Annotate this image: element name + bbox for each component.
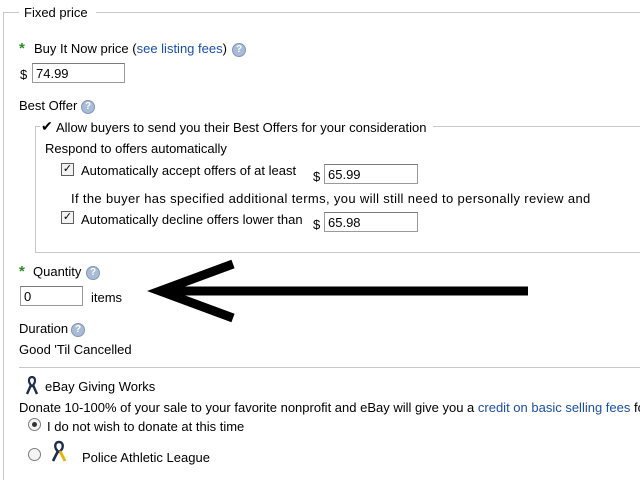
decline-currency: $ bbox=[313, 217, 321, 232]
police-athletic-league-label: Police Athletic League bbox=[82, 450, 210, 465]
arrow-head bbox=[147, 259, 235, 323]
giving-works-title: eBay Giving Works bbox=[45, 379, 156, 394]
respond-label: Respond to offers automatically bbox=[45, 141, 227, 156]
no-donation-label: I do not wish to donate at this time bbox=[47, 419, 245, 434]
best-offer-border-top-right bbox=[433, 126, 640, 127]
help-icon[interactable]: ? bbox=[86, 266, 100, 280]
section-divider bbox=[19, 367, 640, 368]
help-icon[interactable]: ? bbox=[81, 100, 95, 114]
allow-best-offer-label[interactable]: Allow buyers to send you their Best Offe… bbox=[56, 120, 426, 135]
quantity-unit: items bbox=[91, 290, 123, 305]
quantity-label: Quantity bbox=[33, 264, 82, 279]
bin-currency: $ bbox=[20, 67, 28, 82]
quantity-input[interactable] bbox=[20, 286, 83, 306]
see-listing-fees-link[interactable]: see listing fees bbox=[137, 41, 223, 56]
giving-description-tail: fo bbox=[633, 400, 640, 415]
decline-offers-label: Automatically decline offers lower than bbox=[81, 212, 303, 227]
accept-currency: $ bbox=[313, 169, 321, 184]
giving-description: Donate 10-100% of your sale to your favo… bbox=[19, 400, 640, 415]
accept-offer-input[interactable] bbox=[324, 164, 418, 184]
accept-offers-checkbox[interactable]: ✓ bbox=[61, 163, 74, 176]
best-offer-border-bottom bbox=[35, 252, 640, 253]
bin-label-close: ) bbox=[222, 41, 227, 56]
required-star-icon: * bbox=[19, 263, 25, 280]
bin-label-row: Buy It Now price (see listing fees) bbox=[34, 41, 227, 56]
fixed-price-border-top-right bbox=[96, 12, 640, 13]
buyer-terms-note: If the buyer has specified additional te… bbox=[71, 191, 591, 206]
bin-label: Buy It Now price ( bbox=[34, 41, 137, 56]
decline-offer-input[interactable] bbox=[324, 212, 418, 232]
best-offer-label: Best Offer bbox=[19, 98, 78, 113]
help-icon[interactable]: ? bbox=[232, 43, 246, 57]
duration-value: Good 'Til Cancelled bbox=[19, 342, 132, 357]
fixed-price-border-top-left bbox=[3, 12, 19, 13]
duration-label: Duration bbox=[19, 321, 69, 336]
police-athletic-league-radio[interactable] bbox=[28, 448, 41, 461]
help-icon[interactable]: ? bbox=[71, 323, 85, 337]
no-donation-radio[interactable] bbox=[28, 418, 41, 431]
credit-selling-fees-link[interactable]: credit on basic selling fees bbox=[478, 400, 630, 415]
fixed-price-legend: Fixed price bbox=[24, 5, 88, 20]
required-star-icon: * bbox=[19, 40, 25, 57]
fixed-price-border-left bbox=[3, 12, 4, 480]
accept-offers-label: Automatically accept offers of at least bbox=[81, 163, 297, 178]
decline-offers-checkbox[interactable]: ✓ bbox=[61, 211, 74, 224]
checkmark-icon: ✔ bbox=[41, 118, 53, 134]
best-offer-border-left bbox=[35, 126, 36, 252]
giving-description-text: Donate 10-100% of your sale to your favo… bbox=[19, 400, 478, 415]
ribbon-icon bbox=[25, 375, 39, 395]
ribbon-icon bbox=[51, 440, 67, 462]
bin-price-input[interactable] bbox=[32, 63, 125, 83]
